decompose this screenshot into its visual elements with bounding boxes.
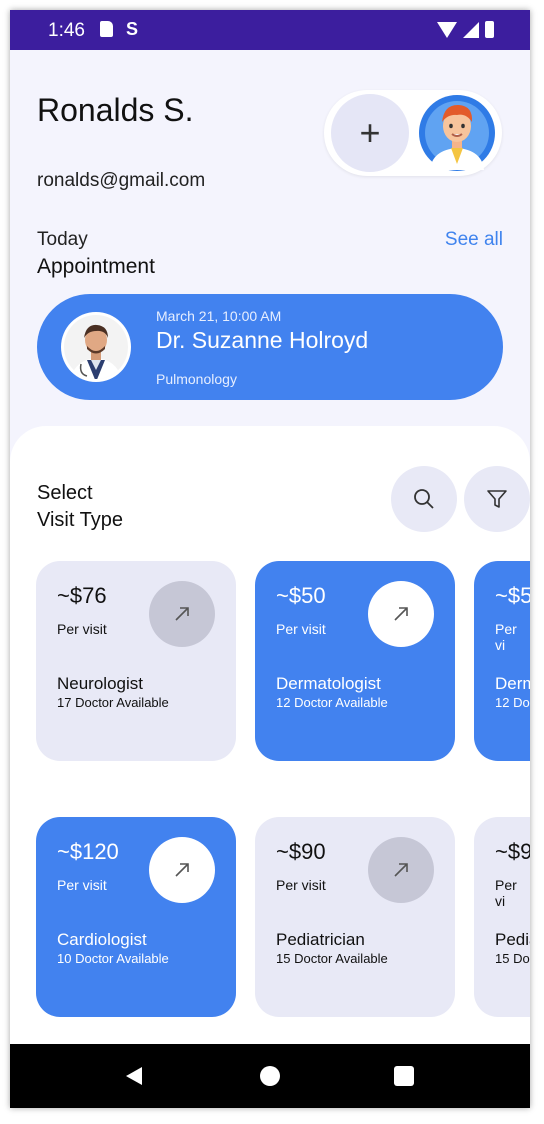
appointment-doctor: Dr. Suzanne Holroyd [156,327,369,353]
card-availability: 15 Do [495,951,530,966]
avatar[interactable] [418,92,496,174]
card-per-visit: Per vi [495,621,517,653]
visit-title-line1: Select [37,482,93,504]
card-open-button[interactable] [149,837,215,903]
doctor-avatar [61,312,131,382]
appointment-date: March 21, 10:00 AM [156,308,282,324]
filter-button[interactable] [464,466,530,532]
status-icons [437,21,494,38]
card-specialty: Pediatrician [276,930,365,949]
card-open-button[interactable] [368,581,434,647]
arrow-up-right-icon [394,863,408,877]
card-specialty: Cardiologist [57,930,147,949]
arrow-up-right-icon [175,607,189,621]
card-availability: 12 Doctor Available [276,695,388,710]
arrow-up-right-icon [394,607,408,621]
system-nav-bar [10,1044,530,1108]
card-per-visit: Per visit [57,877,107,893]
search-icon [414,489,434,509]
card-price: ~$9 [495,839,530,864]
status-time: 1:46 [48,20,85,41]
search-button[interactable] [391,466,457,532]
nav-back-icon[interactable] [123,1065,145,1087]
appointment-heading: Appointment [37,255,155,278]
card-specialty: Dermatologist [276,674,381,693]
card-specialty: Derm [495,674,530,693]
card-price: ~$120 [57,839,119,864]
battery-icon [485,21,494,38]
nav-recents-icon[interactable] [393,1065,415,1087]
today-label: Today [37,229,88,250]
visit-type-title: Select Visit Type [37,480,123,534]
sync-icon: S [126,19,139,39]
user-name: Ronalds S. [37,92,194,128]
card-price: ~$50 [276,583,326,608]
appointment-specialty: Pulmonology [156,371,237,387]
card-specialty: Pedia [495,930,530,949]
card-availability: 12 Do [495,695,530,710]
visit-card-pediatrician[interactable]: ~$90 Per visit Pediatrician 15 Doctor Av… [255,817,455,1017]
plus-icon: + [359,112,381,153]
card-per-visit: Per visit [276,621,326,637]
see-all-link[interactable]: See all [445,229,503,251]
arrow-up-right-icon [175,863,189,877]
signal-icon [463,22,479,38]
card-per-visit: Per visit [276,877,326,893]
sd-card-icon [100,21,113,37]
visit-card-dermatologist[interactable]: ~$50 Per visit Dermatologist 12 Doctor A… [255,561,455,761]
card-per-visit: Per visit [57,621,107,637]
filter-icon [487,490,507,508]
card-price: ~$76 [57,583,107,608]
add-button[interactable]: + [331,94,409,172]
card-availability: 17 Doctor Available [57,695,169,710]
visit-card-neurologist[interactable]: ~$76 Per visit Neurologist 17 Doctor Ava… [36,561,236,761]
visit-title-line2: Visit Type [37,509,123,531]
card-per-visit: Per vi [495,877,517,909]
visit-card-cardiologist[interactable]: ~$120 Per visit Cardiologist 10 Doctor A… [36,817,236,1017]
status-bar: 1:46 S [10,10,530,50]
phone-screen: 1:46 S Ronalds S. ronalds@gmail.com + To… [10,10,530,1108]
wifi-icon [437,22,457,38]
card-open-button[interactable] [368,837,434,903]
appointment-card[interactable]: March 21, 10:00 AM Dr. Suzanne Holroyd P… [37,294,503,400]
card-price: ~$5 [495,583,530,608]
visit-card-partial[interactable]: ~$5 Per vi Derm 12 Do [474,561,530,761]
card-open-button[interactable] [149,581,215,647]
card-specialty: Neurologist [57,674,143,693]
card-availability: 10 Doctor Available [57,951,169,966]
card-price: ~$90 [276,839,326,864]
card-availability: 15 Doctor Available [276,951,388,966]
visit-card-partial-2[interactable]: ~$9 Per vi Pedia 15 Do [474,817,530,1017]
user-email: ronalds@gmail.com [37,170,206,191]
nav-home-icon[interactable] [259,1065,281,1087]
